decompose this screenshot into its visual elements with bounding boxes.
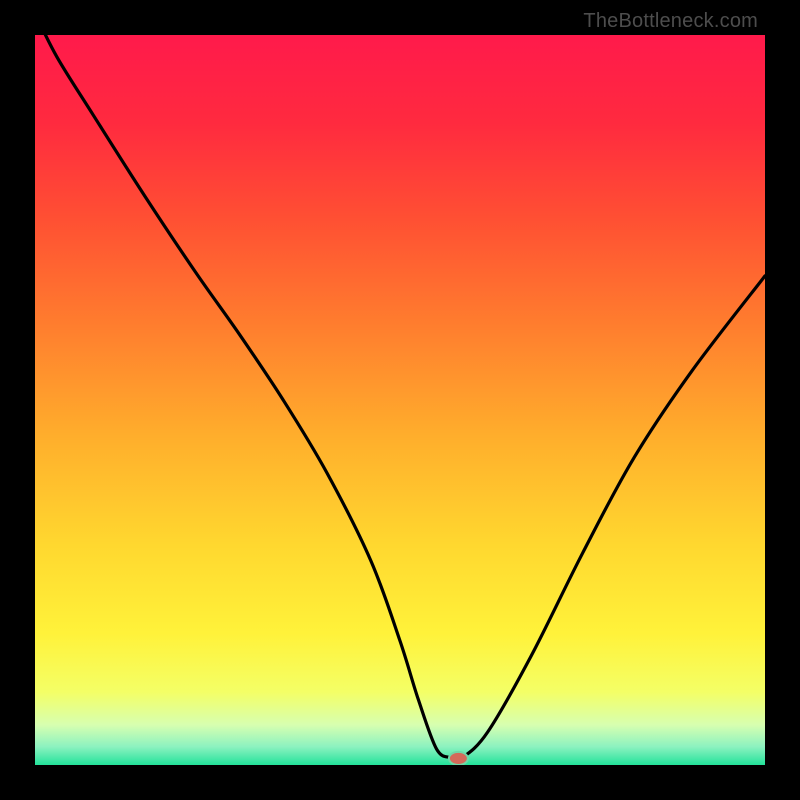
chart-frame: TheBottleneck.com xyxy=(0,0,800,800)
bottleneck-chart-svg xyxy=(35,35,765,765)
plot-area xyxy=(35,35,765,765)
gradient-background xyxy=(35,35,765,765)
watermark-text: TheBottleneck.com xyxy=(583,10,758,33)
optimal-point-marker xyxy=(449,752,468,765)
